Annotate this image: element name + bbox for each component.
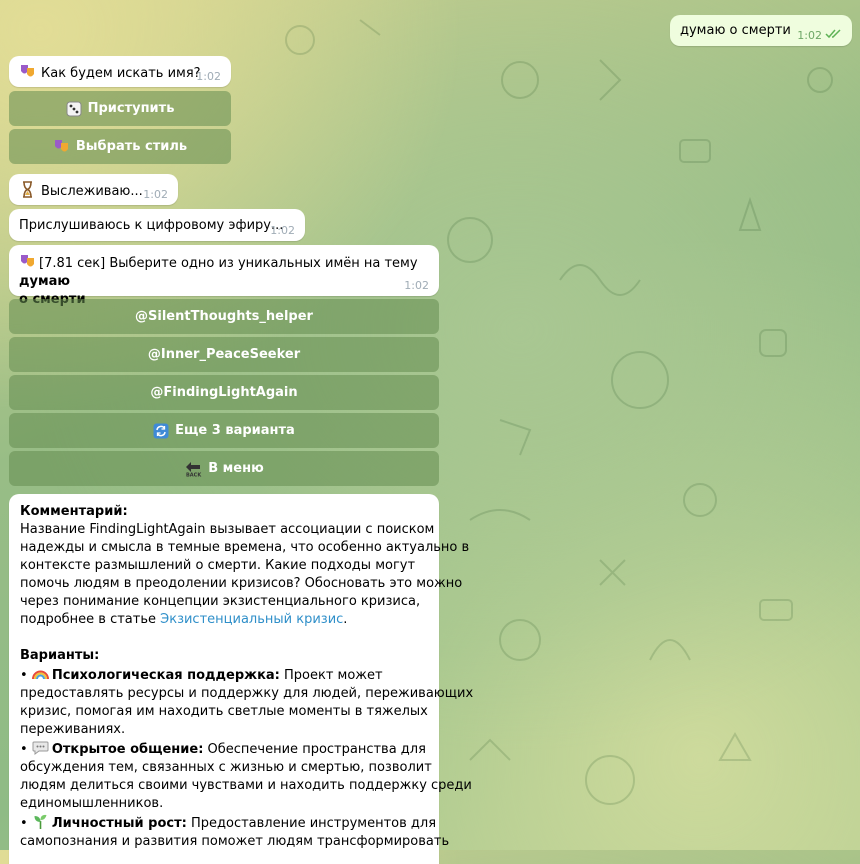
button-label: В меню [208, 461, 264, 476]
variant-line: обсуждения тем, связанных с жизнью и сме… [20, 760, 432, 775]
button-label: Еще 3 варианта [175, 423, 295, 438]
theater-masks-icon [21, 255, 34, 267]
message-text: Выслеживаю... [41, 184, 143, 199]
bot-message-status[interactable]: Прислушиваюсь к цифровому эфиру... 1:02 [9, 209, 305, 241]
double-check-icon [825, 29, 841, 39]
comment-line: надежды и смысла в темные времена, что о… [20, 540, 470, 555]
svg-text:BACK: BACK [186, 472, 202, 477]
variant-text: Обеспечение пространства для [203, 742, 426, 757]
bot-message-result[interactable]: [7.81 сек] Выберите одно из уникальных и… [9, 245, 439, 307]
refresh-icon [153, 423, 169, 438]
message-text: Прислушиваюсь к цифровому эфиру... [19, 218, 284, 233]
article-link[interactable]: Экзистенциальный кризис [160, 612, 343, 627]
choose-style-button[interactable]: Выбрать стиль [9, 129, 231, 164]
button-label: Выбрать стиль [75, 139, 188, 154]
button-label: @Inner_PeaceSeeker [147, 347, 301, 362]
comment-line: контексте размышлений о смерти. Какие по… [20, 558, 416, 573]
bot-message-status[interactable]: Выслеживаю... 1:02 [9, 174, 178, 205]
comment-line: через понимание концепции экзистенциальн… [20, 594, 421, 609]
theater-masks-icon [21, 65, 34, 77]
variant-line: единомышленников. [20, 796, 164, 811]
bot-message-question[interactable]: Как будем искать имя? 1:02 [9, 56, 231, 87]
message-time: 1:02 [797, 29, 822, 42]
back-arrow-icon: BACK [186, 461, 202, 477]
rainbow-icon [31, 670, 49, 680]
message-text: Как будем искать имя? [41, 66, 201, 81]
button-label: Приступить [87, 101, 175, 116]
dice-icon [66, 101, 82, 116]
variant-line: самопознания и развития поможет людям тр… [20, 834, 450, 849]
back-to-menu-button[interactable]: BACK В меню [9, 451, 439, 486]
message-content: Как будем искать имя? [19, 63, 201, 83]
variant-line: предоставлять ресурсы и поддержку для лю… [20, 686, 474, 701]
button-label: @SilentThoughts_helper [135, 309, 313, 324]
message-time: 1:02 [196, 70, 221, 83]
comment-text: . [343, 612, 348, 627]
comment-heading: Комментарий: [20, 504, 128, 519]
comment-line: помочь людям в преодолении кризисов? Обо… [20, 576, 463, 591]
variant-title: Личностный рост: [51, 816, 187, 831]
message-time: 1:02 [404, 279, 429, 292]
message-text: думаю о смерти [680, 23, 791, 38]
variant-title: Открытое общение: [51, 742, 204, 757]
message-content: Выслеживаю... [19, 181, 143, 201]
name-option-button[interactable]: @SilentThoughts_helper [9, 299, 439, 334]
topic-text: думаю [19, 274, 71, 289]
name-option-button[interactable]: @FindingLightAgain [9, 375, 439, 410]
comment-line: Название FindingLightAgain вызывает ассо… [20, 522, 435, 537]
bot-message-comment[interactable]: Комментарий: Название FindingLightAgain … [9, 494, 474, 864]
variant-title: Психологическая поддержка: [51, 668, 280, 683]
variant-line: людям делиться своими чувствами и находи… [20, 778, 472, 793]
start-button[interactable]: Приступить [9, 91, 231, 126]
variant-item: • Открытое общение: Обеспечение простран… [20, 739, 435, 759]
hourglass-icon [23, 181, 32, 198]
message-time: 1:02 [270, 224, 295, 237]
theater-masks-icon [54, 140, 68, 152]
variants-heading: Варианты: [20, 648, 100, 663]
comment-body: Комментарий: Название FindingLightAgain … [20, 503, 474, 851]
variant-line: кризис, помогая им находить светлые моме… [20, 704, 428, 719]
variant-item: • Психологическая поддержка: Проект може… [20, 665, 435, 685]
variant-text: Проект может [279, 668, 383, 683]
comment-text: подробнее в статье [20, 612, 161, 627]
more-options-button[interactable]: Еще 3 варианта [9, 413, 439, 448]
name-option-button[interactable]: @Inner_PeaceSeeker [9, 337, 439, 372]
outgoing-message[interactable]: думаю о смерти 1:02 [670, 15, 852, 46]
comment-line: подробнее в статье Экзистенциальный криз… [20, 611, 435, 629]
message-time: 1:02 [143, 188, 168, 201]
seedling-icon [34, 814, 47, 829]
message-text: [7.81 сек] Выберите одно из уникальных и… [39, 256, 418, 271]
variant-text: Предоставление инструментов для [186, 816, 437, 831]
button-label: @FindingLightAgain [150, 385, 298, 400]
variant-item: • Личностный рост: Предоставление инстру… [20, 813, 437, 833]
variant-line: переживаниях. [20, 722, 126, 737]
speech-bubble-icon [32, 741, 49, 755]
